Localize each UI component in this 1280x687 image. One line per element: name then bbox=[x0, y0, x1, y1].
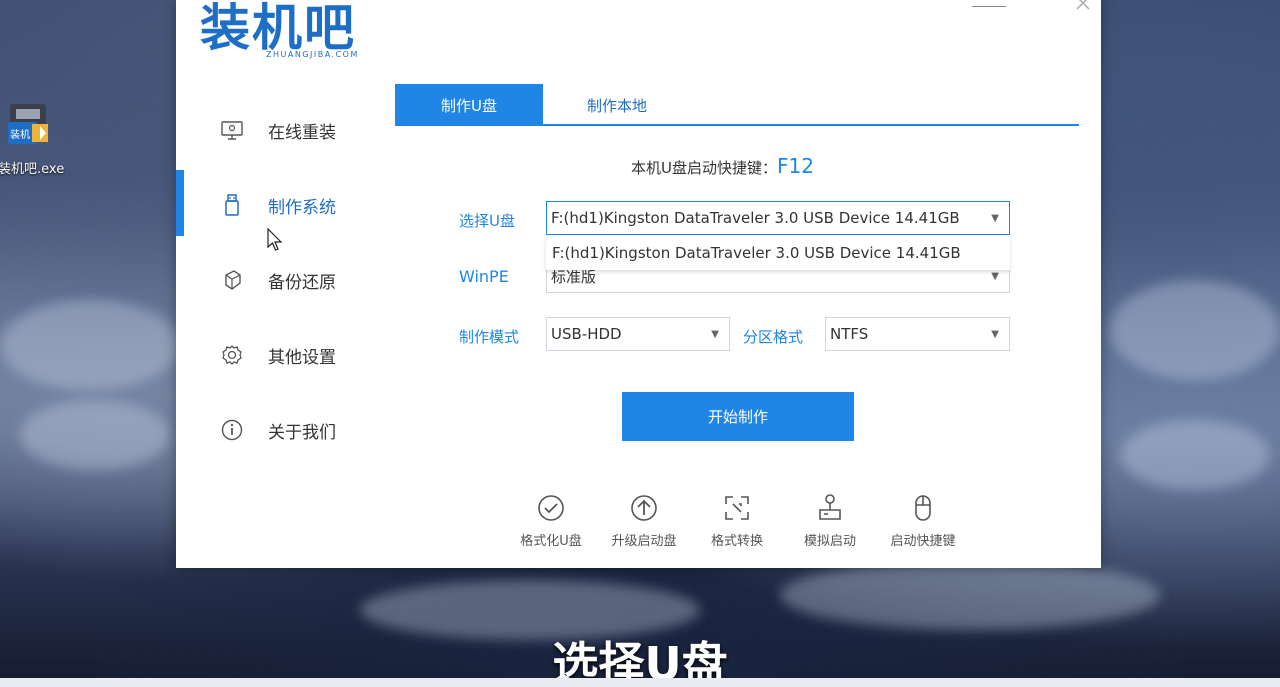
usb-select-label: 选择U盘 bbox=[459, 212, 515, 230]
convert-icon bbox=[725, 496, 749, 520]
hotkey-label: 本机U盘启动快捷键： bbox=[631, 159, 777, 177]
sidebar-item-label: 其他设置 bbox=[268, 347, 336, 368]
boot-hotkey-info: 本机U盘启动快捷键：F12 bbox=[631, 154, 814, 178]
chevron-down-icon: ▼ bbox=[991, 329, 999, 340]
sidebar-item-about-us[interactable]: 关于我们 bbox=[176, 400, 386, 460]
close-icon bbox=[1076, 0, 1090, 10]
tool-label: 升级启动盘 bbox=[611, 534, 677, 549]
partition-select[interactable]: NTFS ▼ bbox=[825, 317, 1010, 351]
partition-label: 分区格式 bbox=[743, 328, 804, 346]
winpe-label: WinPE bbox=[459, 267, 509, 286]
sidebar-item-label: 关于我们 bbox=[268, 422, 336, 443]
tool-label: 启动快捷键 bbox=[890, 534, 956, 549]
taskbar bbox=[0, 678, 1280, 687]
chevron-down-icon: ▼ bbox=[711, 329, 719, 340]
mode-select-value: USB-HDD bbox=[551, 325, 622, 343]
mode-label: 制作模式 bbox=[459, 328, 520, 346]
tool-label: 格式转换 bbox=[710, 534, 763, 549]
background-cloud bbox=[1110, 280, 1280, 380]
simulate-icon bbox=[819, 494, 841, 520]
check-circle-icon bbox=[538, 495, 564, 521]
mouse-icon bbox=[915, 495, 931, 521]
close-button[interactable] bbox=[1076, 0, 1090, 15]
info-icon bbox=[220, 418, 244, 442]
logo-domain: ZHUANGJIBA.COM bbox=[266, 50, 359, 59]
chevron-down-icon: ▼ bbox=[991, 271, 999, 282]
partition-select-value: NTFS bbox=[830, 325, 869, 343]
background-cloud bbox=[20, 400, 170, 470]
app-logo: 装机吧 ZHUANGJIBA.COM bbox=[200, 0, 359, 62]
backup-icon bbox=[220, 268, 244, 292]
desktop-icon-label: 装机吧.exe bbox=[0, 162, 65, 177]
sidebar-item-make-system[interactable]: 制作系统 bbox=[176, 175, 386, 235]
sidebar-item-label: 在线重装 bbox=[268, 122, 336, 143]
sidebar-item-label: 备份还原 bbox=[268, 272, 336, 293]
sidebar-item-other-settings[interactable]: 其他设置 bbox=[176, 325, 386, 385]
gear-icon bbox=[220, 343, 244, 367]
tab-bar: 制作U盘 制作本地 bbox=[395, 84, 1079, 126]
sidebar-item-label: 制作系统 bbox=[268, 197, 336, 218]
mode-select[interactable]: USB-HDD ▼ bbox=[546, 317, 730, 351]
installer-app-icon: 装机 bbox=[8, 104, 48, 144]
tab-make-usb[interactable]: 制作U盘 bbox=[395, 84, 543, 126]
tool-label: 模拟启动 bbox=[803, 534, 856, 549]
usb-device-select[interactable]: F:(hd1)Kingston DataTraveler 3.0 USB Dev… bbox=[546, 201, 1010, 235]
app-window: 装机吧 ZHUANGJIBA.COM 在线重装 制作系统 备份还原 其他设置 关… bbox=[176, 0, 1101, 568]
tool-format-convert[interactable]: 格式转换 bbox=[692, 492, 782, 549]
start-make-button[interactable]: 开始制作 bbox=[622, 392, 854, 441]
chevron-down-icon: ▼ bbox=[991, 213, 999, 224]
tool-format-usb[interactable]: 格式化U盘 bbox=[506, 492, 596, 549]
sidebar-item-online-reinstall[interactable]: 在线重装 bbox=[176, 100, 386, 160]
mouse-cursor-icon bbox=[267, 228, 283, 251]
usb-icon bbox=[220, 193, 244, 217]
background-cloud bbox=[0, 300, 180, 390]
upload-circle-icon bbox=[631, 495, 657, 521]
hotkey-value: F12 bbox=[776, 154, 814, 178]
tool-simulate-boot[interactable]: 模拟启动 bbox=[785, 492, 875, 549]
top-link[interactable] bbox=[972, 0, 1006, 8]
tab-make-local[interactable]: 制作本地 bbox=[543, 84, 691, 126]
background-cloud bbox=[1120, 420, 1270, 490]
tool-boot-hotkey[interactable]: 启动快捷键 bbox=[878, 492, 968, 549]
svg-text:装机: 装机 bbox=[10, 128, 30, 141]
monitor-icon bbox=[220, 118, 244, 142]
tool-upgrade-boot-disk[interactable]: 升级启动盘 bbox=[599, 492, 689, 549]
usb-dropdown-option[interactable]: F:(hd1)Kingston DataTraveler 3.0 USB Dev… bbox=[546, 236, 1010, 270]
background-cloud bbox=[780, 560, 1160, 630]
sidebar-item-backup-restore[interactable]: 备份还原 bbox=[176, 250, 386, 310]
usb-select-value: F:(hd1)Kingston DataTraveler 3.0 USB Dev… bbox=[551, 209, 960, 227]
tool-label: 格式化U盘 bbox=[520, 534, 582, 549]
